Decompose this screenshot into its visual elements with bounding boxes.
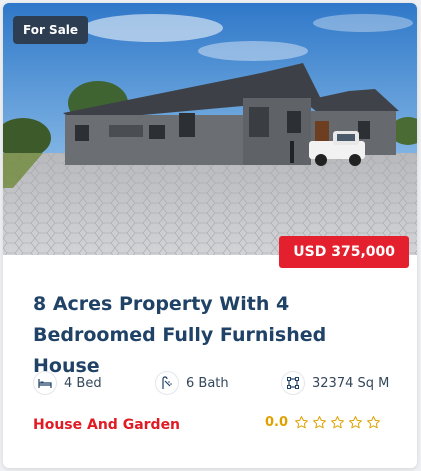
- star-icon[interactable]: [294, 415, 309, 430]
- rating-score: 0.0: [265, 415, 289, 430]
- star-icon[interactable]: [366, 415, 381, 430]
- feature-area: 32374 Sq M: [281, 369, 389, 397]
- category-link[interactable]: House And Garden: [33, 417, 180, 433]
- area-icon: [281, 371, 305, 395]
- price-badge: USD 375,000: [279, 236, 409, 268]
- baths-label: 6 Bath: [186, 375, 229, 391]
- features-row: 4 Bed 6 Bath 32374 Sq M: [33, 369, 403, 397]
- star-icon[interactable]: [312, 415, 327, 430]
- status-badge: For Sale: [13, 16, 89, 44]
- bath-icon: [155, 371, 179, 395]
- area-label: 32374 Sq M: [312, 375, 390, 391]
- bed-icon: [33, 371, 57, 395]
- feature-baths: 6 Bath: [155, 369, 229, 397]
- feature-beds: 4 Bed: [33, 369, 102, 397]
- property-card[interactable]: For Sale USD 375,000 8 Acres Property Wi…: [3, 3, 417, 468]
- rating: 0.0: [265, 415, 384, 430]
- star-icon[interactable]: [330, 415, 345, 430]
- beds-label: 4 Bed: [64, 375, 102, 391]
- star-icon[interactable]: [348, 415, 363, 430]
